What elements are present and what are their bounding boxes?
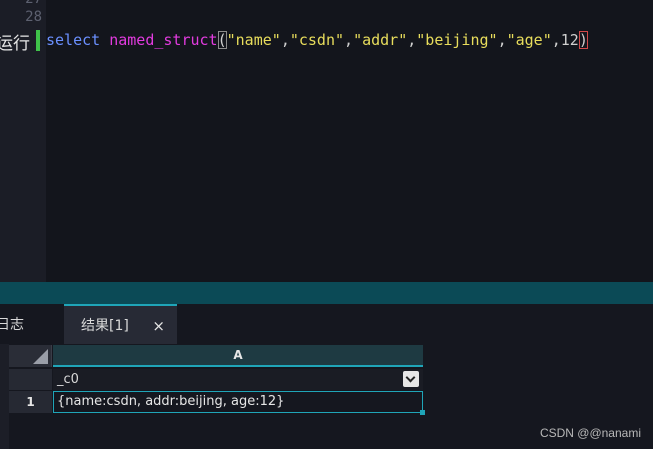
select-all-corner[interactable]: [9, 345, 52, 367]
row-number[interactable]: 1: [9, 391, 52, 413]
line-number: 27: [25, 0, 42, 7]
punctuation: ,: [497, 31, 507, 49]
grid-left-edge: [0, 344, 9, 449]
sql-keyword: select: [46, 31, 101, 49]
function-arguments: "name","csdn","addr","beijing","age",12: [227, 31, 579, 49]
run-button[interactable]: 运行: [0, 29, 30, 54]
string-literal: "addr": [353, 31, 408, 49]
string-literal: "csdn": [289, 31, 345, 49]
result-tabs: 日志 结果[1] ×: [0, 304, 653, 344]
line-number: 28: [25, 9, 42, 25]
sql-function: named_struct: [109, 31, 218, 49]
fill-handle[interactable]: [420, 410, 425, 415]
data-cell[interactable]: {name:csdn, addr:beijing, age:12}: [53, 391, 425, 415]
string-literal: "name": [226, 31, 281, 49]
string-literal: "age": [506, 31, 552, 49]
punctuation: ,: [551, 31, 561, 49]
tab-log-label: 日志: [0, 317, 24, 333]
column-name-cell: _c0: [53, 369, 423, 390]
column-name: _c0: [57, 372, 79, 387]
tab-log[interactable]: 日志: [0, 304, 56, 344]
watermark: CSDN @@nanami: [539, 426, 641, 440]
close-icon[interactable]: ×: [152, 317, 165, 335]
string-literal: "beijing": [416, 31, 498, 49]
result-grid: A _c0 1 {name:csdn, addr:beijing, age:12…: [0, 344, 653, 449]
number-literal: 12: [560, 31, 579, 49]
sql-editor[interactable]: 27 28 运行 select named_struct("name","csd…: [0, 0, 653, 282]
close-paren: ): [578, 31, 588, 49]
column-header-a[interactable]: A: [53, 345, 423, 367]
corner-triangle-icon: [33, 349, 48, 364]
current-line-marker: [36, 30, 40, 51]
punctuation: ,: [344, 31, 354, 49]
tab-result-1[interactable]: 结果[1] ×: [64, 304, 177, 344]
punctuation: ,: [407, 31, 417, 49]
column-name-row-header: [9, 369, 52, 390]
code-line[interactable]: select named_struct("name","csdn","addr"…: [46, 30, 588, 51]
panel-splitter[interactable]: [0, 282, 653, 304]
chevron-down-icon[interactable]: [403, 371, 419, 387]
punctuation: ,: [280, 31, 290, 49]
open-paren: (: [217, 31, 227, 49]
tab-result-label: 结果[1]: [81, 318, 129, 334]
line-gutter: 27 28 运行: [0, 0, 46, 282]
cell-value: {name:csdn, addr:beijing, age:12}: [57, 394, 285, 409]
